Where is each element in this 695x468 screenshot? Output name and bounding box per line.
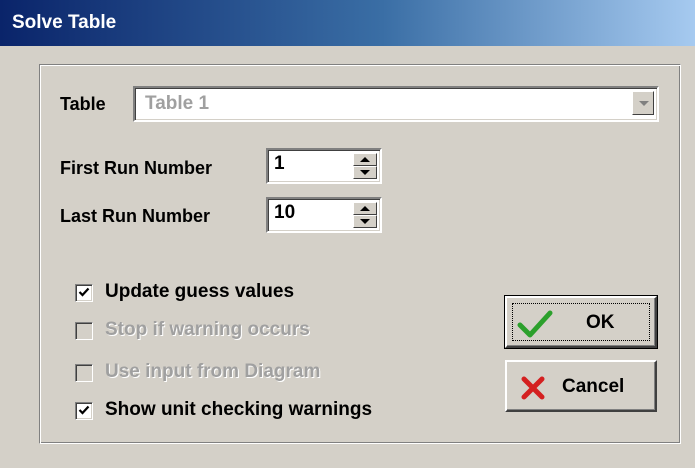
first-run-value[interactable]: 1 — [274, 153, 285, 175]
use-input-from-diagram-checkbox — [75, 364, 93, 382]
last-run-spinner[interactable]: 10 — [266, 197, 382, 233]
first-run-spin-buttons — [353, 153, 377, 179]
ok-button-label: OK — [586, 312, 615, 333]
ok-button[interactable]: OK — [504, 295, 658, 349]
show-unit-warnings-label: Show unit checking warnings — [105, 399, 373, 420]
stop-if-warning-checkbox — [75, 322, 93, 340]
last-run-spin-buttons — [353, 202, 377, 228]
first-run-increment-button[interactable] — [353, 153, 377, 166]
table-combobox-value: Table 1 — [145, 93, 210, 114]
arrow-down-icon — [360, 170, 370, 175]
last-run-value[interactable]: 10 — [274, 202, 295, 224]
last-run-increment-button[interactable] — [353, 202, 377, 215]
checkmark-icon — [517, 310, 553, 338]
checkmark-icon — [78, 287, 90, 297]
update-guess-values-checkbox[interactable] — [75, 284, 93, 302]
last-run-label: Last Run Number — [60, 206, 211, 226]
table-combobox[interactable]: Table 1 — [133, 86, 659, 122]
first-run-decrement-button[interactable] — [353, 166, 377, 179]
show-unit-warnings-checkbox[interactable] — [75, 402, 93, 420]
checkmark-icon — [78, 405, 90, 415]
use-input-from-diagram-label: Use input from Diagram — [105, 361, 321, 382]
cancel-button-label: Cancel — [562, 376, 625, 397]
dialog-title-bar[interactable]: Solve Table — [0, 0, 695, 46]
arrow-up-icon — [360, 157, 370, 162]
table-label: Table — [60, 94, 106, 114]
solve-table-dialog: Solve Table Table Table 1 First Run Numb… — [0, 0, 695, 468]
first-run-label: First Run Number — [60, 158, 213, 178]
red-x-icon — [521, 376, 545, 400]
table-dropdown-button[interactable] — [632, 91, 654, 115]
arrow-up-icon — [360, 206, 370, 211]
update-guess-values-label: Update guess values — [105, 281, 295, 302]
stop-if-warning-label: Stop if warning occurs — [105, 319, 310, 340]
arrow-down-icon — [360, 219, 370, 224]
last-run-decrement-button[interactable] — [353, 215, 377, 228]
dialog-title: Solve Table — [12, 12, 117, 33]
chevron-down-icon — [639, 101, 649, 106]
cancel-button[interactable]: Cancel — [505, 360, 657, 412]
first-run-spinner[interactable]: 1 — [266, 148, 382, 184]
